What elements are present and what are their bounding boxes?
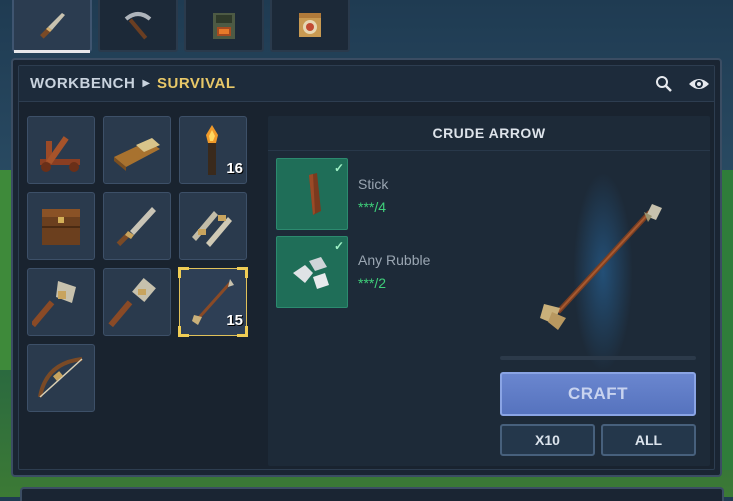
check-icon: ✓ xyxy=(333,161,344,175)
craft-progress-bar xyxy=(500,356,696,360)
stone-knife-icon xyxy=(116,207,156,247)
ingredient-rubble-slot[interactable]: ✓ xyxy=(276,236,348,308)
stone-axe-icon xyxy=(32,281,76,328)
ingredient-need: /2 xyxy=(374,275,387,291)
ingredient-quantity: ***/4 xyxy=(358,199,386,215)
panel-header: WORKBENCH ▶ SURVIVAL xyxy=(19,66,714,102)
crude-bow-icon xyxy=(38,357,83,398)
ingredient-need: /4 xyxy=(374,199,387,215)
craft-all-button[interactable]: ALL xyxy=(601,424,696,456)
workbench-panel: WORKBENCH ▶ SURVIVAL 16 15 CRUDE ARROW ✓… xyxy=(11,58,722,477)
ingredient-quantity: ***/2 xyxy=(358,275,386,291)
target-block-icon xyxy=(299,13,321,37)
tab-blocks[interactable] xyxy=(270,0,350,52)
recipe-slot-crate[interactable] xyxy=(27,192,95,260)
recipe-slot-torch[interactable]: 16 xyxy=(179,116,247,184)
recipe-slot-stone-daggers[interactable] xyxy=(179,192,247,260)
breadcrumb-survival: SURVIVAL xyxy=(157,75,236,92)
crude-arrow-icon xyxy=(540,204,662,330)
breadcrumb-workbench[interactable]: WORKBENCH xyxy=(30,75,135,92)
selection-corner xyxy=(178,267,189,278)
craft-x10-button[interactable]: X10 xyxy=(500,424,595,456)
recipe-slot-stone-axe[interactable] xyxy=(27,268,95,336)
tab-furnaces[interactable] xyxy=(184,0,264,52)
recipe-slot-stone-hammer[interactable] xyxy=(103,268,171,336)
stone-hammer-icon xyxy=(108,277,156,328)
tab-tools[interactable] xyxy=(12,0,92,53)
ingredient-have: *** xyxy=(358,199,375,215)
crate-icon xyxy=(42,209,80,245)
item-count: 15 xyxy=(226,312,243,329)
recipe-slot-crude-arrow[interactable]: 15 xyxy=(178,267,248,337)
item-count: 16 xyxy=(226,160,243,177)
furnace-icon xyxy=(213,13,235,39)
recipe-slot-stone-knife[interactable] xyxy=(103,192,171,260)
stone-daggers-icon xyxy=(192,211,232,247)
recipe-slot-crude-bow[interactable] xyxy=(27,344,95,412)
breadcrumb-arrow-icon: ▶ xyxy=(142,78,151,89)
catapult-icon xyxy=(40,136,80,172)
recipe-slot-bedroll[interactable] xyxy=(103,116,171,184)
secondary-panel-edge xyxy=(20,487,724,501)
recipe-slot-catapult[interactable] xyxy=(27,116,95,184)
panel-body: WORKBENCH ▶ SURVIVAL 16 15 CRUDE ARROW ✓… xyxy=(18,65,715,470)
selection-corner xyxy=(237,267,248,278)
bedroll-icon xyxy=(114,138,160,171)
rubble-icon xyxy=(293,257,329,289)
selection-corner xyxy=(178,326,189,337)
check-icon: ✓ xyxy=(333,239,344,253)
stick-icon xyxy=(309,173,321,215)
eye-icon[interactable] xyxy=(688,74,709,94)
recipe-detail: CRUDE ARROW ✓ Stick ***/4 ✓ Any Rubble *… xyxy=(268,116,710,466)
search-icon[interactable] xyxy=(654,74,674,94)
ingredient-have: *** xyxy=(358,275,375,291)
ingredient-stick-slot[interactable]: ✓ xyxy=(276,158,348,230)
knife-icon xyxy=(40,13,65,39)
ingredient-name: Any Rubble xyxy=(358,252,431,268)
ingredient-name: Stick xyxy=(358,176,389,192)
pickaxe-icon xyxy=(124,12,152,40)
tab-pickaxes[interactable] xyxy=(98,0,178,52)
craft-button[interactable]: CRAFT xyxy=(500,372,696,416)
item-preview xyxy=(518,162,698,372)
recipe-title: CRUDE ARROW xyxy=(268,116,710,151)
category-tabs xyxy=(12,0,350,58)
